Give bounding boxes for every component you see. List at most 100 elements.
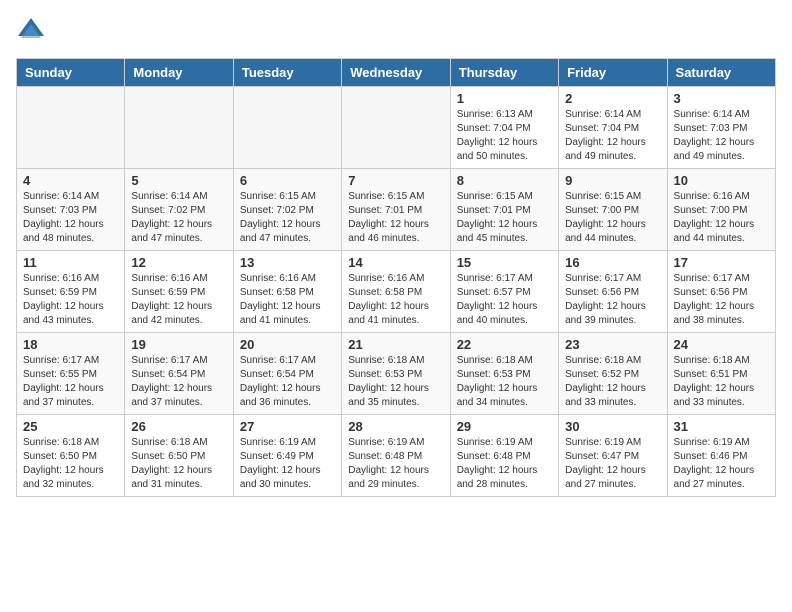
day-number: 25	[23, 419, 118, 434]
day-number: 21	[348, 337, 443, 352]
day-cell: 6Sunrise: 6:15 AMSunset: 7:02 PMDaylight…	[233, 169, 341, 251]
day-cell: 24 Sunrise: 6:18 AMSunset: 6:51 PMDayligh…	[667, 333, 775, 415]
day-number: 31	[674, 419, 769, 434]
day-info: Sunrise: 6:18 AMSunset: 6:51 PMDaylight:…	[674, 354, 769, 410]
day-info: Sunrise: 6:17 AMSunset: 6:57 PMDaylight:…	[457, 272, 552, 328]
weekday-header-friday: Friday	[559, 59, 667, 87]
day-cell: 18Sunrise: 6:17 AMSunset: 6:55 PMDayligh…	[17, 333, 125, 415]
weekday-header-sunday: Sunday	[17, 59, 125, 87]
day-number: 26	[131, 419, 226, 434]
day-cell: 5 Sunrise: 6:14 AMSunset: 7:02 PMDaylight…	[125, 169, 233, 251]
day-info: Sunrise: 6:16 AMSunset: 6:58 PMDaylight:…	[240, 272, 335, 328]
day-cell	[17, 87, 125, 169]
day-number: 9	[565, 173, 660, 188]
day-cell: 7 Sunrise: 6:15 AMSunset: 7:01 PMDaylight…	[342, 169, 450, 251]
day-info: Sunrise: 6:16 AMSunset: 6:59 PMDaylight:…	[23, 272, 118, 328]
day-number: 20	[240, 337, 335, 352]
day-number: 11	[23, 255, 118, 270]
day-info: Sunrise: 6:19 AMSunset: 6:48 PMDaylight:…	[348, 436, 443, 492]
day-cell: 12Sunrise: 6:16 AMSunset: 6:59 PMDayligh…	[125, 251, 233, 333]
day-number: 3	[674, 91, 769, 106]
day-cell: 17Sunrise: 6:17 AMSunset: 6:56 PMDayligh…	[667, 251, 775, 333]
day-info: Sunrise: 6:18 AMSunset: 6:52 PMDaylight:…	[565, 354, 660, 410]
day-info: Sunrise: 6:17 AMSunset: 6:56 PMDaylight:…	[565, 272, 660, 328]
day-number: 14	[348, 255, 443, 270]
page-header	[16, 16, 776, 46]
day-cell: 9 Sunrise: 6:15 AMSunset: 7:00 PMDaylight…	[559, 169, 667, 251]
day-info: Sunrise: 6:13 AMSunset: 7:04 PMDaylight:…	[457, 108, 552, 164]
weekday-header-row: SundayMondayTuesdayWednesdayThursdayFrid…	[17, 59, 776, 87]
day-info: Sunrise: 6:17 AMSunset: 6:55 PMDaylight:…	[23, 354, 118, 410]
day-info: Sunrise: 6:18 AMSunset: 6:53 PMDaylight:…	[348, 354, 443, 410]
day-cell: 2 Sunrise: 6:14 AMSunset: 7:04 PMDaylight…	[559, 87, 667, 169]
day-number: 28	[348, 419, 443, 434]
day-number: 2	[565, 91, 660, 106]
day-cell: 21 Sunrise: 6:18 AMSunset: 6:53 PMDayligh…	[342, 333, 450, 415]
day-number: 19	[131, 337, 226, 352]
day-info: Sunrise: 6:15 AMSunset: 7:01 PMDaylight:…	[348, 190, 443, 246]
logo-icon	[16, 16, 46, 46]
day-number: 10	[674, 173, 769, 188]
day-number: 29	[457, 419, 552, 434]
day-info: Sunrise: 6:14 AMSunset: 7:03 PMDaylight:…	[23, 190, 118, 246]
day-cell: 16 Sunrise: 6:17 AMSunset: 6:56 PMDayligh…	[559, 251, 667, 333]
week-row-1: 1 Sunrise: 6:13 AMSunset: 7:04 PMDaylight…	[17, 87, 776, 169]
day-cell: 28 Sunrise: 6:19 AMSunset: 6:48 PMDayligh…	[342, 415, 450, 497]
day-info: Sunrise: 6:19 AMSunset: 6:49 PMDaylight:…	[240, 436, 335, 492]
weekday-header-thursday: Thursday	[450, 59, 558, 87]
day-info: Sunrise: 6:19 AMSunset: 6:48 PMDaylight:…	[457, 436, 552, 492]
day-info: Sunrise: 6:17 AMSunset: 6:54 PMDaylight:…	[240, 354, 335, 410]
day-info: Sunrise: 6:14 AMSunset: 7:03 PMDaylight:…	[674, 108, 769, 164]
day-info: Sunrise: 6:17 AMSunset: 6:54 PMDaylight:…	[131, 354, 226, 410]
day-cell: 10 Sunrise: 6:16 AMSunset: 7:00 PMDayligh…	[667, 169, 775, 251]
day-info: Sunrise: 6:15 AMSunset: 7:01 PMDaylight:…	[457, 190, 552, 246]
day-cell: 15Sunrise: 6:17 AMSunset: 6:57 PMDayligh…	[450, 251, 558, 333]
day-cell: 8 Sunrise: 6:15 AMSunset: 7:01 PMDaylight…	[450, 169, 558, 251]
day-cell: 29 Sunrise: 6:19 AMSunset: 6:48 PMDayligh…	[450, 415, 558, 497]
day-cell: 23 Sunrise: 6:18 AMSunset: 6:52 PMDayligh…	[559, 333, 667, 415]
day-number: 8	[457, 173, 552, 188]
day-cell: 25 Sunrise: 6:18 AMSunset: 6:50 PMDayligh…	[17, 415, 125, 497]
day-cell: 11 Sunrise: 6:16 AMSunset: 6:59 PMDayligh…	[17, 251, 125, 333]
day-number: 30	[565, 419, 660, 434]
day-info: Sunrise: 6:16 AMSunset: 7:00 PMDaylight:…	[674, 190, 769, 246]
day-number: 16	[565, 255, 660, 270]
day-info: Sunrise: 6:15 AMSunset: 7:02 PMDaylight:…	[240, 190, 335, 246]
day-cell	[233, 87, 341, 169]
week-row-2: 4Sunrise: 6:14 AMSunset: 7:03 PMDaylight…	[17, 169, 776, 251]
day-number: 12	[131, 255, 226, 270]
day-cell: 13Sunrise: 6:16 AMSunset: 6:58 PMDayligh…	[233, 251, 341, 333]
day-cell: 30 Sunrise: 6:19 AMSunset: 6:47 PMDayligh…	[559, 415, 667, 497]
day-info: Sunrise: 6:15 AMSunset: 7:00 PMDaylight:…	[565, 190, 660, 246]
day-number: 1	[457, 91, 552, 106]
day-info: Sunrise: 6:14 AMSunset: 7:04 PMDaylight:…	[565, 108, 660, 164]
day-cell	[125, 87, 233, 169]
day-info: Sunrise: 6:18 AMSunset: 6:50 PMDaylight:…	[23, 436, 118, 492]
day-cell: 19 Sunrise: 6:17 AMSunset: 6:54 PMDayligh…	[125, 333, 233, 415]
weekday-header-monday: Monday	[125, 59, 233, 87]
day-cell: 3 Sunrise: 6:14 AMSunset: 7:03 PMDaylight…	[667, 87, 775, 169]
weekday-header-saturday: Saturday	[667, 59, 775, 87]
day-cell: 14 Sunrise: 6:16 AMSunset: 6:58 PMDayligh…	[342, 251, 450, 333]
day-info: Sunrise: 6:18 AMSunset: 6:53 PMDaylight:…	[457, 354, 552, 410]
day-cell: 31 Sunrise: 6:19 AMSunset: 6:46 PMDayligh…	[667, 415, 775, 497]
day-cell: 22 Sunrise: 6:18 AMSunset: 6:53 PMDayligh…	[450, 333, 558, 415]
day-number: 17	[674, 255, 769, 270]
day-cell	[342, 87, 450, 169]
day-number: 22	[457, 337, 552, 352]
day-number: 24	[674, 337, 769, 352]
weekday-header-tuesday: Tuesday	[233, 59, 341, 87]
day-info: Sunrise: 6:16 AMSunset: 6:58 PMDaylight:…	[348, 272, 443, 328]
day-info: Sunrise: 6:19 AMSunset: 6:47 PMDaylight:…	[565, 436, 660, 492]
day-number: 5	[131, 173, 226, 188]
day-cell: 1 Sunrise: 6:13 AMSunset: 7:04 PMDaylight…	[450, 87, 558, 169]
day-number: 23	[565, 337, 660, 352]
logo	[16, 16, 50, 46]
day-info: Sunrise: 6:19 AMSunset: 6:46 PMDaylight:…	[674, 436, 769, 492]
day-cell: 27Sunrise: 6:19 AMSunset: 6:49 PMDayligh…	[233, 415, 341, 497]
week-row-4: 18Sunrise: 6:17 AMSunset: 6:55 PMDayligh…	[17, 333, 776, 415]
day-number: 7	[348, 173, 443, 188]
day-cell: 4Sunrise: 6:14 AMSunset: 7:03 PMDaylight…	[17, 169, 125, 251]
weekday-header-wednesday: Wednesday	[342, 59, 450, 87]
day-info: Sunrise: 6:14 AMSunset: 7:02 PMDaylight:…	[131, 190, 226, 246]
